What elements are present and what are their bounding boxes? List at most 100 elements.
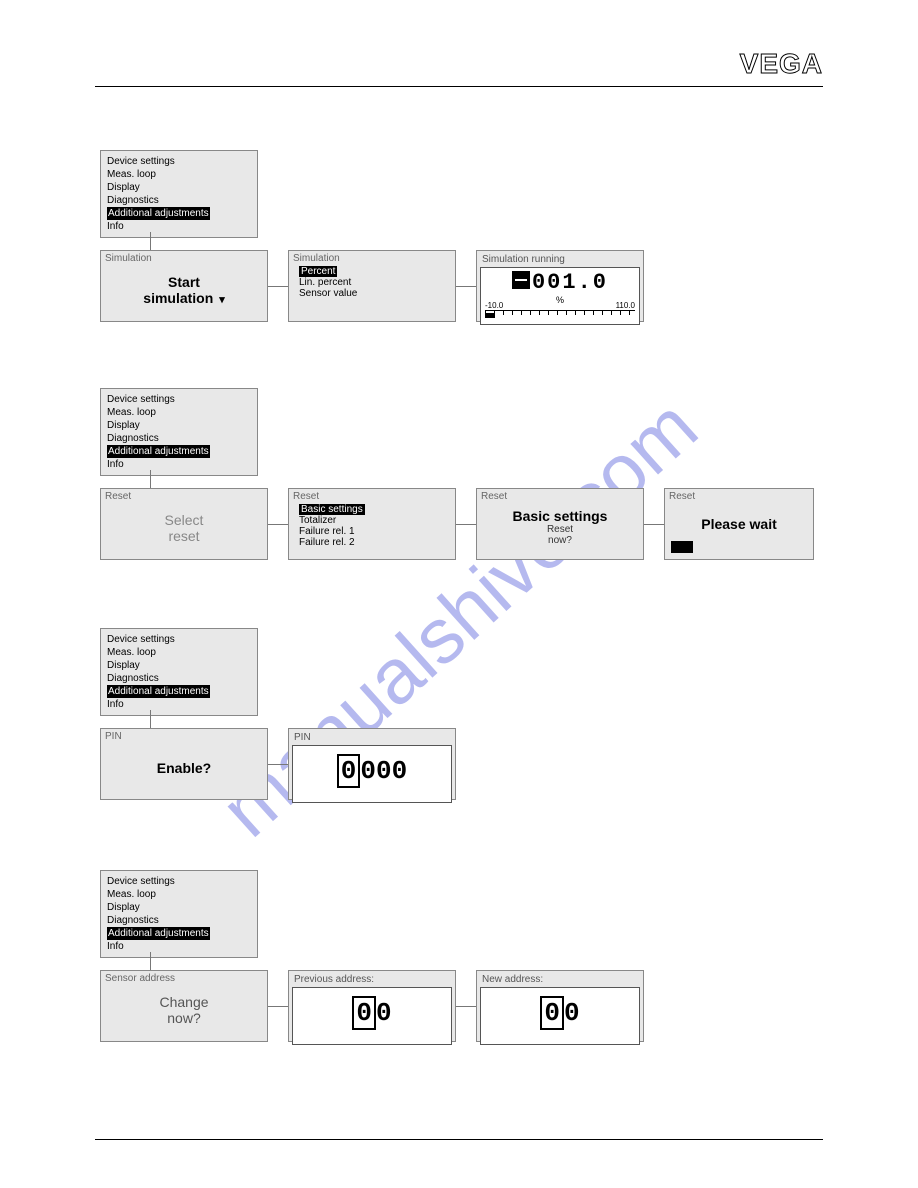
label: Reset xyxy=(477,524,643,535)
menu-item[interactable]: Meas. loop xyxy=(107,647,156,658)
option[interactable]: Totalizer xyxy=(299,515,449,526)
menu-item-selected[interactable]: Additional adjustments xyxy=(107,685,210,698)
connector xyxy=(150,710,151,728)
menu-item[interactable]: Device settings xyxy=(107,156,175,167)
footer-rule xyxy=(95,1139,823,1140)
menu-item[interactable]: Info xyxy=(107,941,124,952)
please-wait-label: Please wait xyxy=(665,502,813,532)
simulation-running-screen: Simulation running 001.0 % -10.0 110.0 xyxy=(476,250,644,322)
watermark: manualshive.com xyxy=(203,381,715,855)
label: Enable? xyxy=(157,760,211,776)
previous-address-screen[interactable]: Previous address: 00 xyxy=(288,970,456,1042)
heading: Basic settings xyxy=(477,508,643,524)
digit-active[interactable]: 0 xyxy=(337,754,361,788)
header-rule xyxy=(95,86,823,87)
menu-item[interactable]: Meas. loop xyxy=(107,889,156,900)
address-digits[interactable]: 00 xyxy=(352,996,391,1030)
manual-page: VEGA manualshive.com Device settings Mea… xyxy=(0,0,918,1188)
menu-item[interactable]: Display xyxy=(107,420,140,431)
label: Select xyxy=(165,512,204,528)
label: now? xyxy=(167,1010,200,1026)
reset-options-screen[interactable]: Reset Basic settings Totalizer Failure r… xyxy=(288,488,456,560)
option-selected[interactable]: Percent xyxy=(299,266,337,277)
screen-title: Simulation xyxy=(289,251,455,264)
connector xyxy=(150,952,151,970)
connector xyxy=(456,286,476,287)
screen-title: Reset xyxy=(289,489,455,502)
reset-wait-screen: Reset Please wait xyxy=(664,488,814,560)
menu-item[interactable]: Device settings xyxy=(107,876,175,887)
device-menu[interactable]: Device settings Meas. loop Display Diagn… xyxy=(100,870,258,958)
label: Change xyxy=(159,994,208,1010)
simulation-options-screen[interactable]: Simulation Percent Lin. percent Sensor v… xyxy=(288,250,456,322)
screen-title: Previous address: xyxy=(292,974,452,985)
reset-confirm-screen[interactable]: Reset Basic settings Reset now? xyxy=(476,488,644,560)
menu-item[interactable]: Diagnostics xyxy=(107,433,159,444)
connector xyxy=(150,232,151,250)
chevron-down-icon xyxy=(217,290,225,306)
menu-item[interactable]: Info xyxy=(107,699,124,710)
new-address-screen[interactable]: New address: 00 xyxy=(476,970,644,1042)
digits-rest: 000 xyxy=(360,756,407,786)
option[interactable]: Failure rel. 1 xyxy=(299,526,449,537)
screen-title: Reset xyxy=(101,489,267,502)
connector xyxy=(456,1006,476,1007)
connector xyxy=(644,524,664,525)
screen-title: New address: xyxy=(480,974,640,985)
label: now? xyxy=(477,535,643,546)
scale: -10.0 110.0 xyxy=(485,310,635,322)
screen-title: PIN xyxy=(292,732,452,743)
progress-bar xyxy=(485,313,495,318)
screen-title: Reset xyxy=(477,489,643,502)
device-menu[interactable]: Device settings Meas. loop Display Diagn… xyxy=(100,628,258,716)
digits-rest: 0 xyxy=(564,998,580,1028)
label: Start xyxy=(168,274,200,290)
menu-item-selected[interactable]: Additional adjustments xyxy=(107,927,210,940)
menu-item[interactable]: Meas. loop xyxy=(107,407,156,418)
screen-title: PIN xyxy=(101,729,267,742)
address-digits[interactable]: 00 xyxy=(540,996,579,1030)
progress-indicator xyxy=(671,541,693,553)
digits-rest: 0 xyxy=(376,998,392,1028)
connector xyxy=(456,524,476,525)
menu-item[interactable]: Display xyxy=(107,660,140,671)
option[interactable]: Lin. percent xyxy=(299,277,449,288)
menu-item[interactable]: Diagnostics xyxy=(107,915,159,926)
reset-select-screen[interactable]: Reset Select reset xyxy=(100,488,268,560)
scale-min: -10.0 xyxy=(485,301,503,310)
menu-item[interactable]: Info xyxy=(107,221,124,232)
menu-item[interactable]: Info xyxy=(107,459,124,470)
brand-logo: VEGA xyxy=(740,48,823,80)
menu-item-selected[interactable]: Additional adjustments xyxy=(107,445,210,458)
menu-item[interactable]: Diagnostics xyxy=(107,673,159,684)
screen-title: Simulation running xyxy=(480,254,640,265)
menu-item[interactable]: Display xyxy=(107,182,140,193)
simulation-value: 001.0 xyxy=(481,268,639,295)
label: reset xyxy=(168,528,199,544)
option[interactable]: Sensor value xyxy=(299,288,449,299)
simulation-start-screen[interactable]: Simulation Start simulation xyxy=(100,250,268,322)
connector xyxy=(268,1006,288,1007)
menu-item[interactable]: Meas. loop xyxy=(107,169,156,180)
minus-icon xyxy=(512,271,530,289)
menu-item[interactable]: Device settings xyxy=(107,394,175,405)
menu-item[interactable]: Diagnostics xyxy=(107,195,159,206)
connector xyxy=(268,524,288,525)
pin-enable-screen[interactable]: PIN Enable? xyxy=(100,728,268,800)
device-menu[interactable]: Device settings Meas. loop Display Diagn… xyxy=(100,388,258,476)
screen-title: Reset xyxy=(665,489,813,502)
menu-item[interactable]: Device settings xyxy=(107,634,175,645)
screen-title: Sensor address xyxy=(101,971,267,984)
pin-entry-screen[interactable]: PIN 0000 xyxy=(288,728,456,800)
pin-digits[interactable]: 0000 xyxy=(337,754,407,788)
digit-active[interactable]: 0 xyxy=(540,996,564,1030)
connector xyxy=(150,470,151,488)
menu-item-selected[interactable]: Additional adjustments xyxy=(107,207,210,220)
option[interactable]: Failure rel. 2 xyxy=(299,537,449,548)
sensor-address-change-screen[interactable]: Sensor address Change now? xyxy=(100,970,268,1042)
menu-item[interactable]: Display xyxy=(107,902,140,913)
device-menu[interactable]: Device settings Meas. loop Display Diagn… xyxy=(100,150,258,238)
label: simulation xyxy=(143,290,224,306)
option-selected[interactable]: Basic settings xyxy=(299,504,365,515)
digit-active[interactable]: 0 xyxy=(352,996,376,1030)
